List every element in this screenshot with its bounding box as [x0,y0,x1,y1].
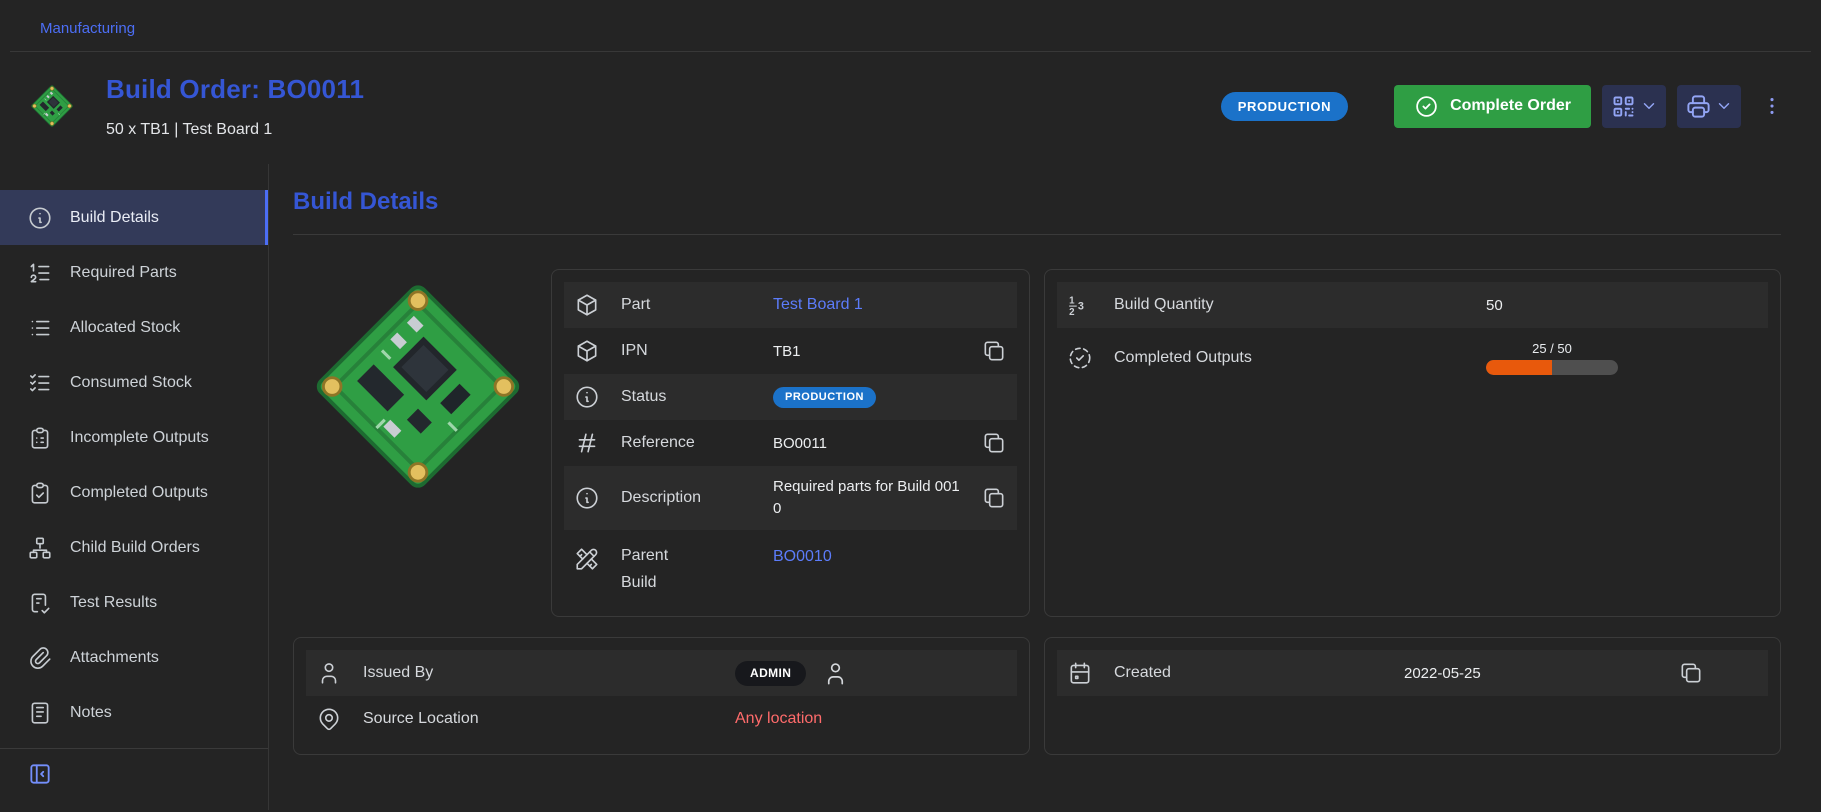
paperclip-icon [27,645,53,671]
numbers-123-icon: 123 [1067,292,1093,318]
list-icon [27,315,53,341]
clipboard-check-icon [27,480,53,506]
circle-check-icon [1414,94,1439,119]
complete-order-button[interactable]: Complete Order [1394,85,1591,128]
hash-icon [574,430,600,456]
print-actions-button[interactable] [1677,85,1741,128]
copy-button[interactable] [981,338,1007,364]
panel-divider [293,234,1781,235]
copy-icon [981,430,1007,456]
detail-row-build-quantity: 123 Build Quantity 50 [1057,282,1768,328]
detail-row-completed-outputs: Completed Outputs 25 / 50 [1057,328,1768,388]
copy-icon [981,338,1007,364]
copy-button[interactable] [981,485,1007,511]
build-quantity-card: 123 Build Quantity 50 Completed Outputs … [1044,269,1781,617]
detail-row-created: Created 2022-05-25 [1057,650,1768,696]
list-numbers-icon [27,260,53,286]
page-header: Build Order: BO0011 50 x TB1 | Test Boar… [0,52,1821,164]
sidebar-item-incomplete-outputs[interactable]: Incomplete Outputs [0,410,268,465]
chevron-down-icon [1715,97,1733,115]
copy-icon [1678,660,1704,686]
info-circle-icon [27,205,53,231]
sidebar-item-required-parts[interactable]: Required Parts [0,245,268,300]
parent-build-link[interactable]: BO0010 [773,548,832,566]
sidebar-collapse-icon [27,761,60,787]
calendar-icon [1067,660,1093,686]
part-link[interactable]: Test Board 1 [773,296,863,314]
page-title: Build Order: BO0011 [106,74,364,105]
copy-icon [981,485,1007,511]
box-icon [574,338,600,364]
page-subtitle: 50 x TB1 | Test Board 1 [106,121,364,139]
sidebar-item-completed-outputs[interactable]: Completed Outputs [0,465,268,520]
chevron-down-icon [1640,97,1658,115]
sidebar-divider [0,748,268,749]
copy-button[interactable] [1678,660,1704,686]
completed-outputs-progress: 25 / 50 [1486,341,1618,375]
checklist-icon [27,590,53,616]
panel-sidebar: Build Details Required Parts Allocated S… [0,164,269,810]
user-icon [822,660,849,687]
sidebar-item-test-results[interactable]: Test Results [0,575,268,630]
list-check-icon [27,370,53,396]
tools-icon [574,546,600,572]
collapse-sidebar-button[interactable] [0,761,60,787]
qrcode-icon [1610,93,1637,120]
detail-row-status: Status PRODUCTION [564,374,1017,420]
detail-row-parent-build: Parent Build BO0010 [564,530,1017,604]
sidebar-item-attachments[interactable]: Attachments [0,630,268,685]
sidebar-item-build-details[interactable]: Build Details [0,190,268,245]
sidebar-item-child-build-orders[interactable]: Child Build Orders [0,520,268,575]
breadcrumb-link-manufacturing[interactable]: Manufacturing [40,20,135,37]
created-card: Created 2022-05-25 [1044,637,1781,755]
user-icon [316,660,342,686]
build-details-card: Part Test Board 1 IPN TB1 [551,269,1030,617]
detail-row-ipn: IPN TB1 [564,328,1017,374]
detail-row-issued-by: Issued By ADMIN [306,650,1017,696]
map-pin-icon [316,706,342,732]
sidebar-item-consumed-stock[interactable]: Consumed Stock [0,355,268,410]
issued-by-card: Issued By ADMIN Source Location Any loca… [293,637,1030,755]
progress-check-icon [1067,345,1093,371]
clipboard-list-icon [27,425,53,451]
status-chip: PRODUCTION [773,387,876,408]
status-badge: PRODUCTION [1221,92,1348,121]
info-circle-icon [574,384,600,410]
breadcrumb: Manufacturing [10,6,1811,52]
sidebar-item-notes[interactable]: Notes [0,685,268,740]
svg-text:3: 3 [1078,300,1084,312]
notes-icon [27,700,53,726]
svg-text:1: 1 [1069,295,1075,306]
more-actions-button[interactable] [1757,91,1787,121]
panel-heading: Build Details [293,188,1781,216]
detail-row-description: Description Required parts for Build 001… [564,466,1017,530]
detail-row-source-location: Source Location Any location [306,696,1017,742]
source-location-value: Any location [735,710,822,728]
sitemap-icon [27,535,53,561]
issued-by-badge: ADMIN [735,661,806,686]
copy-button[interactable] [981,430,1007,456]
sidebar-item-allocated-stock[interactable]: Allocated Stock [0,300,268,355]
part-image[interactable] [293,269,543,617]
info-circle-icon [574,485,600,511]
printer-icon [1685,93,1712,120]
barcode-actions-button[interactable] [1602,85,1666,128]
dots-vertical-icon [1761,95,1783,117]
svg-text:2: 2 [1069,307,1075,318]
detail-row-part: Part Test Board 1 [564,282,1017,328]
build-part-thumbnail [28,82,76,130]
box-icon [574,292,600,318]
detail-row-reference: Reference BO0011 [564,420,1017,466]
